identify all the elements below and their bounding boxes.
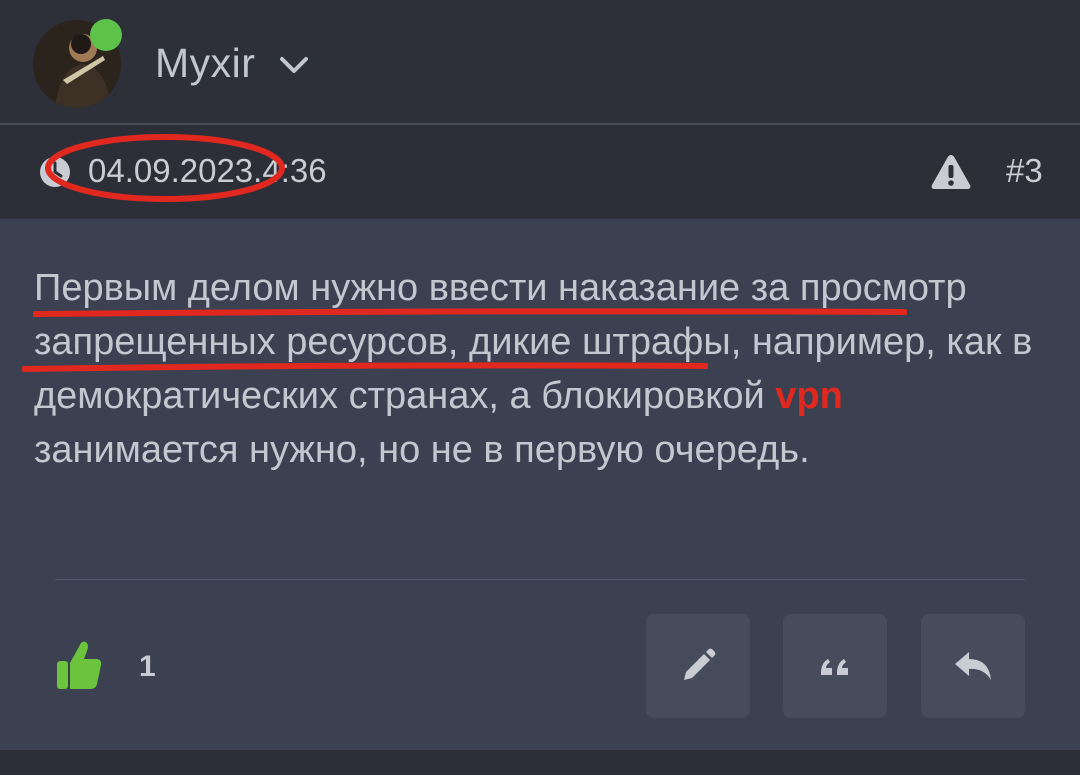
red-circle-annotation — [45, 134, 285, 202]
reply-icon — [955, 652, 991, 680]
edit-button[interactable] — [646, 614, 750, 718]
post-body: Первым делом нужно ввести наказание за п… — [0, 219, 1080, 750]
pencil-icon — [684, 648, 716, 680]
username[interactable]: Myxir — [155, 40, 255, 87]
message-highlight: vpn — [775, 375, 843, 417]
quote-icon — [821, 659, 848, 675]
forum-post: Myxir 04.09.2023.4:36 #3 Первым делом ну… — [0, 0, 1080, 775]
message-text-start: Первым делом нужно ввести наказание за п… — [34, 267, 1033, 417]
quote-button[interactable] — [783, 614, 887, 718]
thumbs-up-icon[interactable] — [55, 639, 103, 691]
reply-button[interactable] — [921, 614, 1025, 718]
chevron-down-icon[interactable] — [278, 52, 310, 78]
user-bar: Myxir — [0, 0, 1080, 123]
red-underline-annotation — [33, 308, 907, 317]
like-count: 1 — [139, 650, 156, 683]
next-post-edge — [0, 750, 1080, 775]
red-underline-annotation — [22, 362, 708, 372]
message-text-end: занимается нужно, но не в первую очередь… — [34, 429, 810, 471]
online-status-dot — [90, 19, 122, 51]
post-number[interactable]: #3 — [1006, 152, 1043, 190]
footer-divider — [55, 579, 1025, 580]
report-warning-icon[interactable] — [930, 152, 972, 192]
